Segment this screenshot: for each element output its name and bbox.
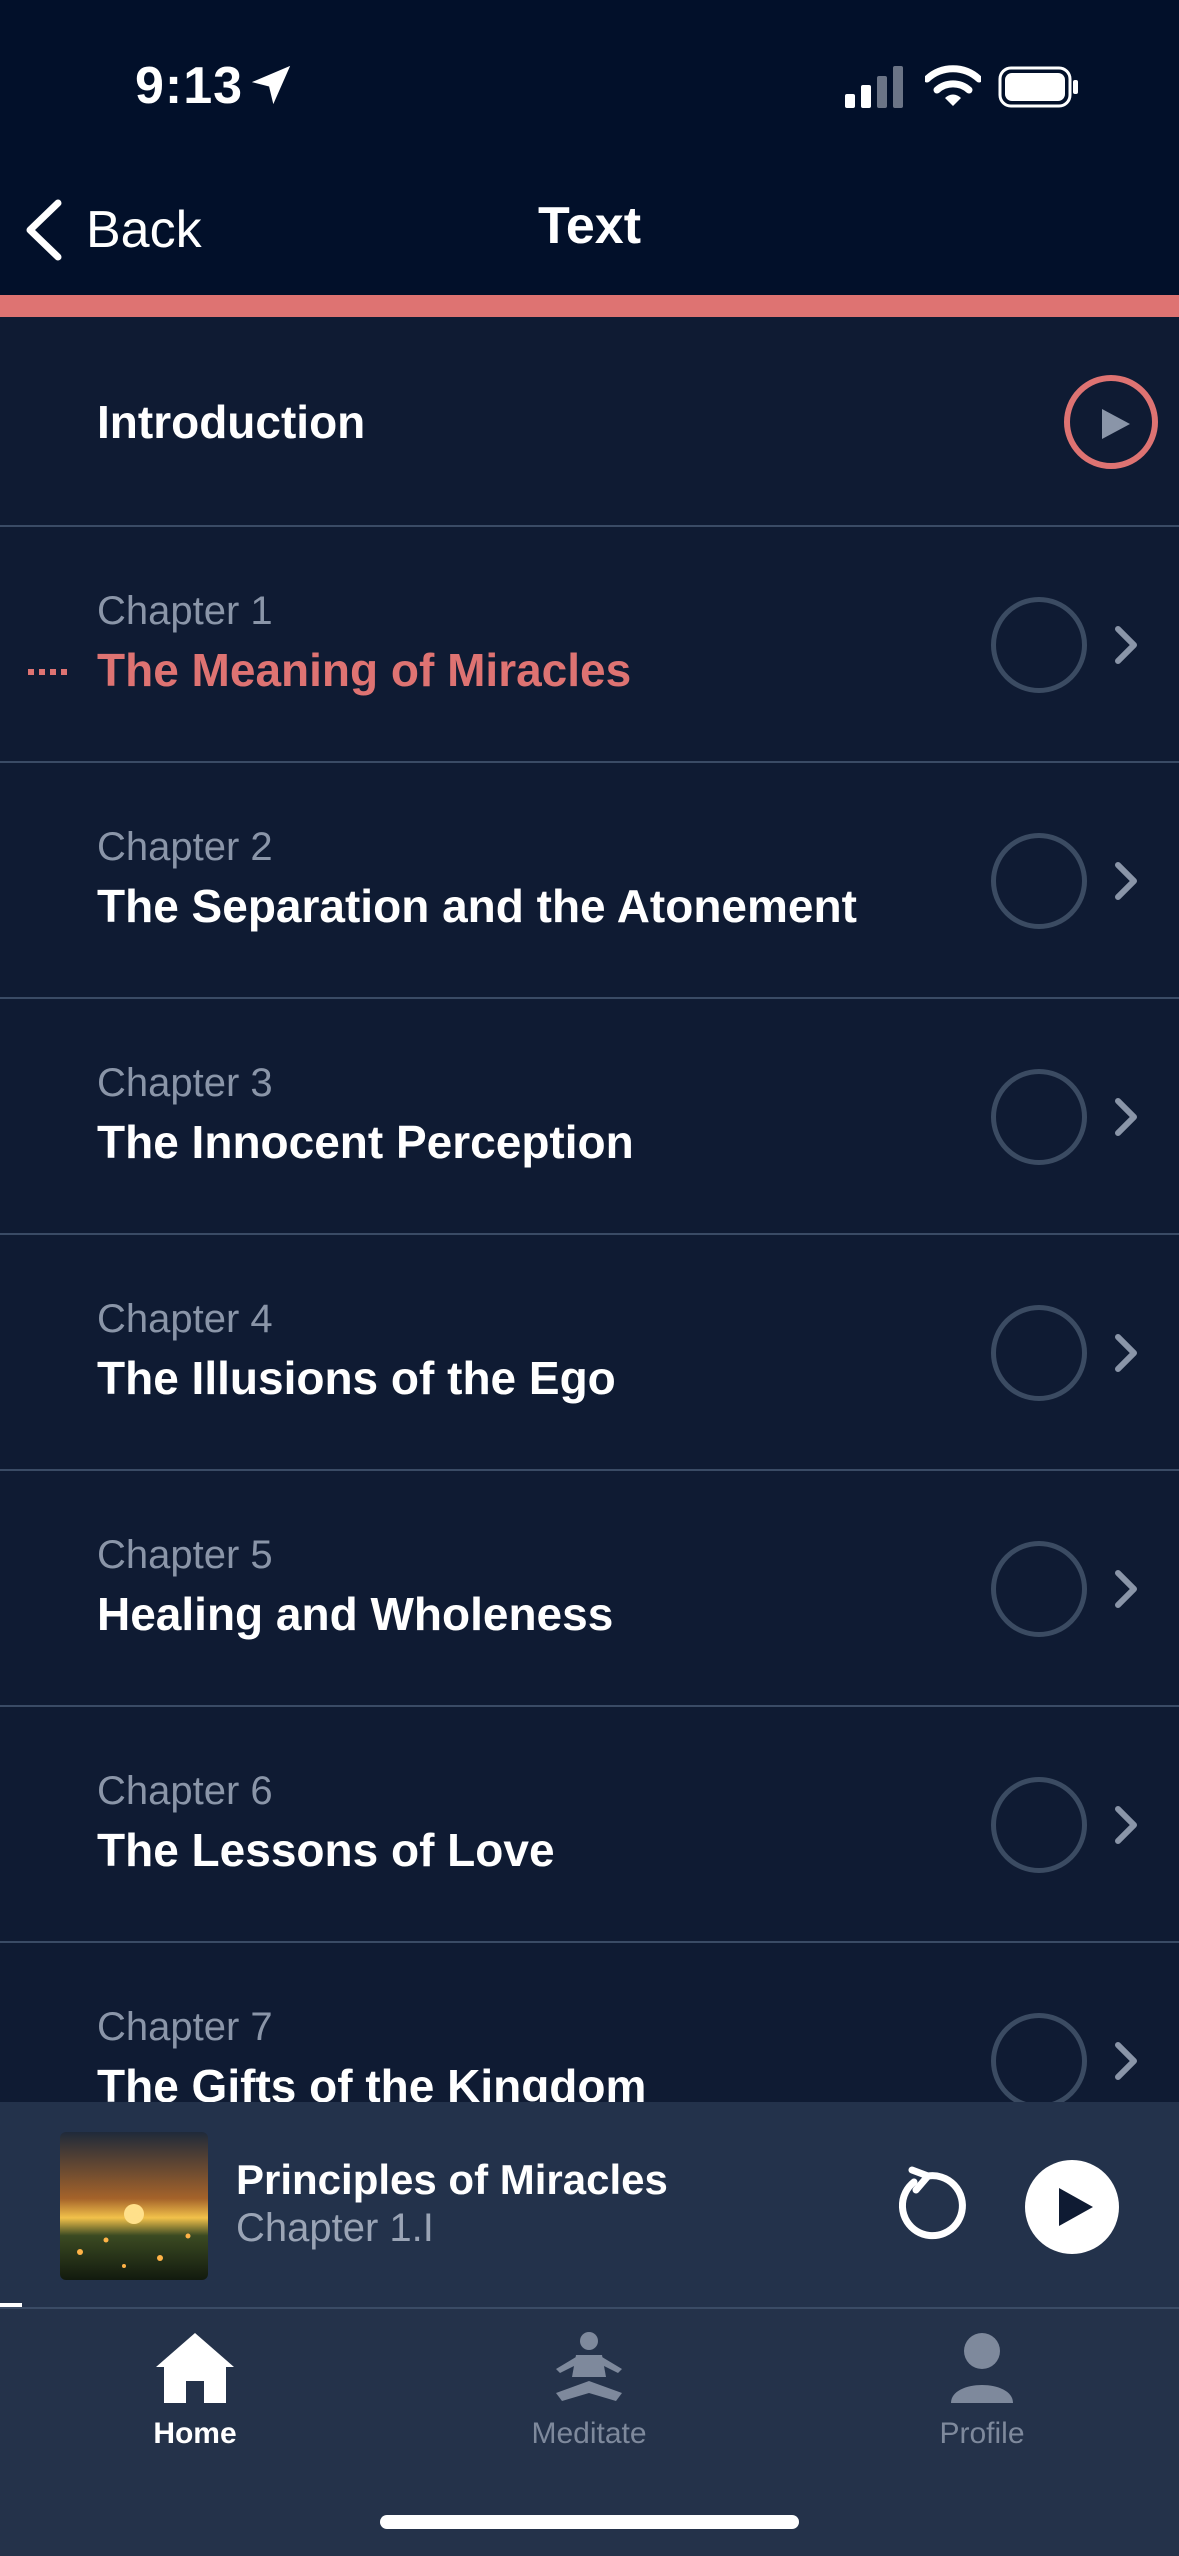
chapter-progress-ring <box>991 1777 1087 1873</box>
introduction-row[interactable]: Introduction <box>0 317 1179 527</box>
chapter-number: Chapter 7 <box>97 2005 273 2049</box>
chapter-progress-ring <box>991 597 1087 693</box>
chapter-list: Introduction Chapter 1 The Meaning of Mir… <box>0 317 1179 2102</box>
play-icon <box>1102 409 1130 439</box>
home-icon <box>156 2333 234 2403</box>
chapter-row[interactable]: Chapter 3 The Innocent Perception <box>0 999 1179 1235</box>
reading-progress-bar <box>0 295 1179 317</box>
tab-home-label: Home <box>153 2417 237 2450</box>
chapter-number: Chapter 4 <box>97 1297 273 1341</box>
chevron-right-icon <box>1115 2042 1137 2080</box>
tab-meditate-label: Meditate <box>531 2417 647 2450</box>
profile-icon <box>951 2333 1013 2403</box>
now-playing-subtitle: Chapter 1.I <box>236 2206 434 2250</box>
now-playing-title: Principles of Miracles <box>236 2156 668 2203</box>
chapter-row[interactable]: Chapter 4 The Illusions of the Ego <box>0 1235 1179 1471</box>
tab-home[interactable]: Home <box>95 2329 295 2451</box>
battery-icon <box>998 66 1078 108</box>
tab-meditate[interactable]: Meditate <box>489 2329 689 2451</box>
introduction-play-button[interactable] <box>1064 375 1158 469</box>
chevron-right-icon <box>1115 1806 1137 1844</box>
chapter-title: The Lessons of Love <box>97 1824 555 1876</box>
chapter-progress-ring <box>991 1069 1087 1165</box>
chapter-number: Chapter 2 <box>97 825 273 869</box>
chapter-progress-ring <box>991 833 1087 929</box>
chapter-progress-ring <box>991 1305 1087 1401</box>
chevron-right-icon <box>1115 862 1137 900</box>
mini-player-play-button[interactable] <box>1025 2160 1119 2254</box>
chapter-number: Chapter 6 <box>97 1769 273 1813</box>
meditate-icon <box>556 2332 622 2401</box>
chapter-progress-ring <box>991 2013 1087 2102</box>
mini-player[interactable]: Principles of Miracles Chapter 1.I <box>0 2102 1179 2307</box>
page-title: Text <box>537 197 642 255</box>
now-playing-indicator-icon <box>28 669 67 675</box>
chapter-title: The Innocent Perception <box>97 1116 634 1168</box>
chapter-title: Healing and Wholeness <box>97 1588 614 1640</box>
tab-profile[interactable]: Profile <box>882 2329 1082 2451</box>
top-bar: 9:13 Back Text <box>0 0 1179 295</box>
chapter-row[interactable]: Chapter 7 The Gifts of the Kingdom <box>0 1943 1179 2102</box>
replay-icon[interactable] <box>888 2166 968 2246</box>
chapter-title: The Meaning of Miracles <box>97 644 632 696</box>
chapter-title: The Gifts of the Kingdom <box>97 2060 647 2102</box>
chevron-right-icon <box>1115 626 1137 664</box>
chevron-right-icon <box>1115 1334 1137 1372</box>
chapter-row[interactable]: Chapter 2 The Separation and the Atonemen… <box>0 763 1179 999</box>
play-icon <box>1059 2188 1093 2226</box>
chapter-number: Chapter 5 <box>97 1533 273 1577</box>
chapter-row[interactable]: Chapter 1 The Meaning of Miracles <box>0 527 1179 763</box>
wifi-icon <box>925 65 981 106</box>
cellular-signal-icon <box>845 66 903 108</box>
chapter-title: The Illusions of the Ego <box>97 1352 616 1404</box>
chapter-row[interactable]: Chapter 6 The Lessons of Love <box>0 1707 1179 1943</box>
chapter-title: The Separation and the Atonement <box>97 880 857 932</box>
home-indicator <box>380 2515 799 2529</box>
chevron-right-icon <box>1115 1098 1137 1136</box>
status-time: 9:13 <box>135 57 244 115</box>
introduction-label: Introduction <box>97 396 366 448</box>
tab-profile-label: Profile <box>939 2417 1025 2450</box>
album-artwork <box>60 2132 208 2280</box>
chapter-number: Chapter 1 <box>97 589 273 633</box>
chapter-progress-ring <box>991 1541 1087 1637</box>
chevron-right-icon <box>1115 1570 1137 1608</box>
chapter-number: Chapter 3 <box>97 1061 273 1105</box>
chapter-row[interactable]: Chapter 5 Healing and Wholeness <box>0 1471 1179 1707</box>
location-arrow-icon <box>251 65 291 105</box>
